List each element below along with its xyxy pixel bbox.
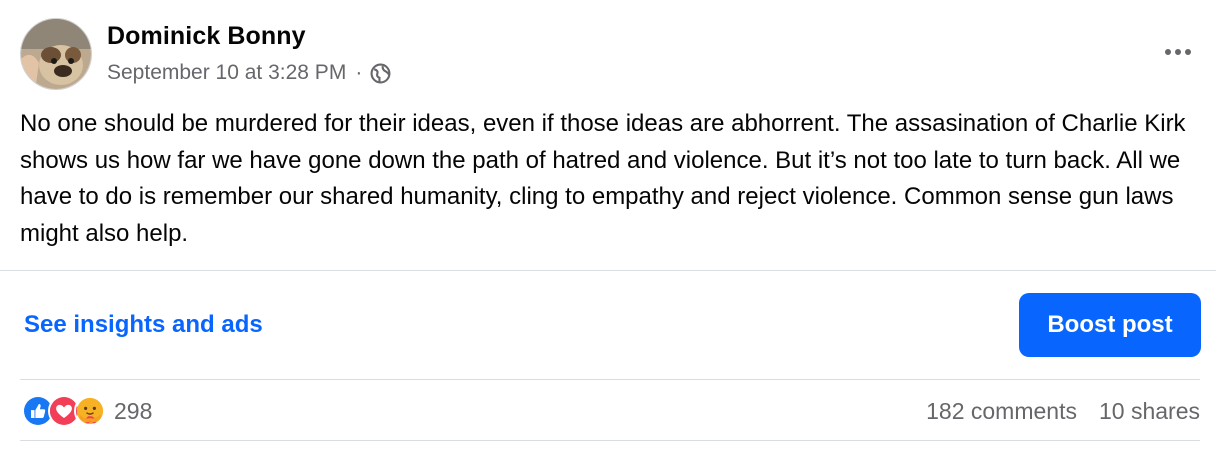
more-horizontal-icon[interactable] xyxy=(1160,38,1196,66)
divider xyxy=(0,270,1216,271)
avatar[interactable] xyxy=(20,18,92,90)
engagement-bar: 298 182 comments 10 shares xyxy=(20,390,1200,432)
boost-post-button[interactable]: Boost post xyxy=(1019,293,1201,357)
shares-count[interactable]: 10 shares xyxy=(1099,398,1200,425)
post-header: Dominick Bonny September 10 at 3:28 PM · xyxy=(18,16,1200,92)
comments-count[interactable]: 182 comments xyxy=(926,398,1077,425)
globe-icon[interactable] xyxy=(370,63,391,84)
post-timestamp[interactable]: September 10 at 3:28 PM xyxy=(107,61,346,85)
reactions-summary[interactable]: 298 xyxy=(22,394,152,428)
divider xyxy=(20,440,1200,441)
care-icon xyxy=(74,395,106,427)
post-text: No one should be murdered for their idea… xyxy=(20,110,1186,247)
post-meta: September 10 at 3:28 PM · xyxy=(107,61,391,85)
meta-separator: · xyxy=(355,61,363,84)
see-insights-link[interactable]: See insights and ads xyxy=(24,311,263,339)
author-name[interactable]: Dominick Bonny xyxy=(107,22,306,51)
reaction-count: 298 xyxy=(114,397,153,424)
post-stats: 182 comments 10 shares xyxy=(926,398,1200,425)
divider xyxy=(20,379,1200,380)
